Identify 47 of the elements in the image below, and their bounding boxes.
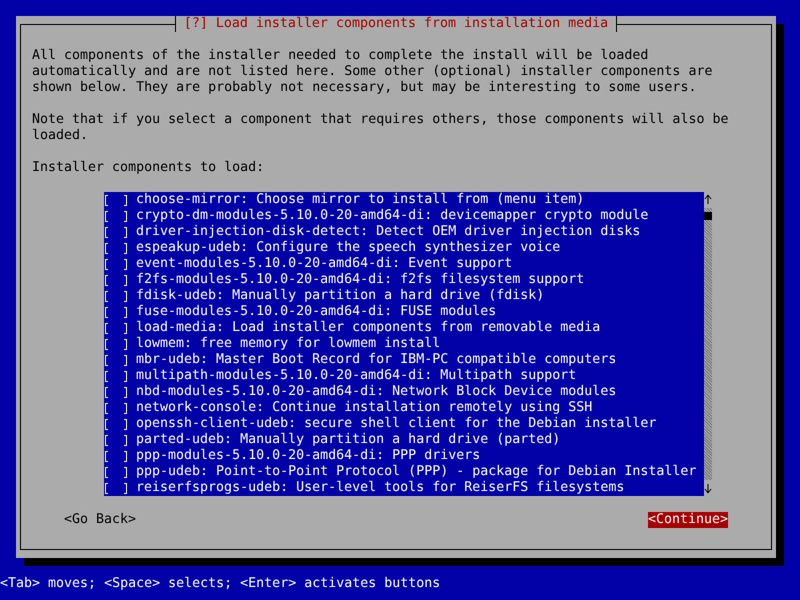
status-bar-hint: <Tab> moves; <Space> selects; <Enter> activates buttons	[0, 576, 440, 592]
go-back-button[interactable]: <Go Back>	[64, 512, 136, 528]
checkbox[interactable]	[104, 448, 128, 464]
component-label[interactable]: ppp-modules-5.10.0-20-amd64-di: PPP drivers	[136, 448, 480, 464]
checkbox[interactable]	[104, 256, 128, 272]
checkbox[interactable]	[104, 352, 128, 368]
checkbox[interactable]	[104, 192, 128, 208]
scrollbar-track[interactable]	[704, 208, 712, 480]
component-label[interactable]: network-console: Continue installation remotely using SSH	[136, 400, 592, 416]
checkbox[interactable]	[104, 416, 128, 432]
checkbox[interactable]	[104, 304, 128, 320]
checkbox[interactable]	[104, 208, 128, 224]
component-label[interactable]: espeakup-udeb: Configure the speech synthesizer voice	[136, 240, 560, 256]
checkbox[interactable]	[104, 464, 128, 480]
checkbox[interactable]	[104, 288, 128, 304]
component-label[interactable]: f2fs-modules-5.10.0-20-amd64-di: f2fs filesystem support	[136, 272, 584, 288]
checkbox[interactable]	[104, 432, 128, 448]
checkbox[interactable]	[104, 480, 128, 496]
component-label[interactable]: reiserfsprogs-udeb: User-level tools for ReiserFS filesystems	[136, 480, 624, 496]
note-text: Note that if you select a component that requires others, those components will also be loaded.	[32, 112, 730, 144]
component-label[interactable]: lowmem: free memory for lowmem install	[136, 336, 440, 352]
checkbox[interactable]	[104, 368, 128, 384]
description-text: All components of the installer needed to complete the install will be loaded automatically and are not listed here. Some other (optional) installer components are shown below. They are probably not necessary, but may be interesting to some users.	[32, 48, 714, 96]
component-label[interactable]: fdisk-udeb: Manually partition a hard drive (fdisk)	[136, 288, 544, 304]
component-label[interactable]: parted-udeb: Manually partition a hard drive (parted)	[136, 432, 560, 448]
scrollbar-thumb[interactable]	[704, 212, 712, 220]
component-label[interactable]: openssh-client-udeb: secure shell client for the Debian installer	[136, 416, 656, 432]
dialog-title: [?] Load installer components from installation media	[174, 16, 618, 32]
component-label[interactable]: crypto-dm-modules-5.10.0-20-amd64-di: devicemapper crypto module	[136, 208, 648, 224]
component-label[interactable]: multipath-modules-5.10.0-20-amd64-di: Multipath support	[136, 368, 576, 384]
component-label[interactable]: event-modules-5.10.0-20-amd64-di: Event support	[136, 256, 512, 272]
component-label[interactable]: nbd-modules-5.10.0-20-amd64-di: Network Block Device modules	[136, 384, 616, 400]
component-label[interactable]: mbr-udeb: Master Boot Record for IBM-PC compatible computers	[136, 352, 616, 368]
component-label[interactable]: load-media: Load installer components from removable media	[136, 320, 600, 336]
checkbox[interactable]	[104, 400, 128, 416]
checkbox[interactable]	[104, 224, 128, 240]
component-label[interactable]: choose-mirror: Choose mirror to install from (menu item)	[136, 192, 584, 208]
list-label: Installer components to load:	[32, 160, 266, 176]
checkbox[interactable]	[104, 320, 128, 336]
component-label[interactable]: driver-injection-disk-detect: Detect OEM driver injection disks	[136, 224, 640, 240]
checkbox[interactable]	[104, 272, 128, 288]
component-label[interactable]: fuse-modules-5.10.0-20-amd64-di: FUSE modules	[136, 304, 496, 320]
checkbox[interactable]	[104, 336, 128, 352]
checkbox[interactable]	[104, 384, 128, 400]
checkbox[interactable]	[104, 240, 128, 256]
continue-button[interactable]: <Continue>	[648, 512, 728, 528]
component-label[interactable]: ppp-udeb: Point-to-Point Protocol (PPP) - package for Debian Installer	[136, 464, 696, 480]
